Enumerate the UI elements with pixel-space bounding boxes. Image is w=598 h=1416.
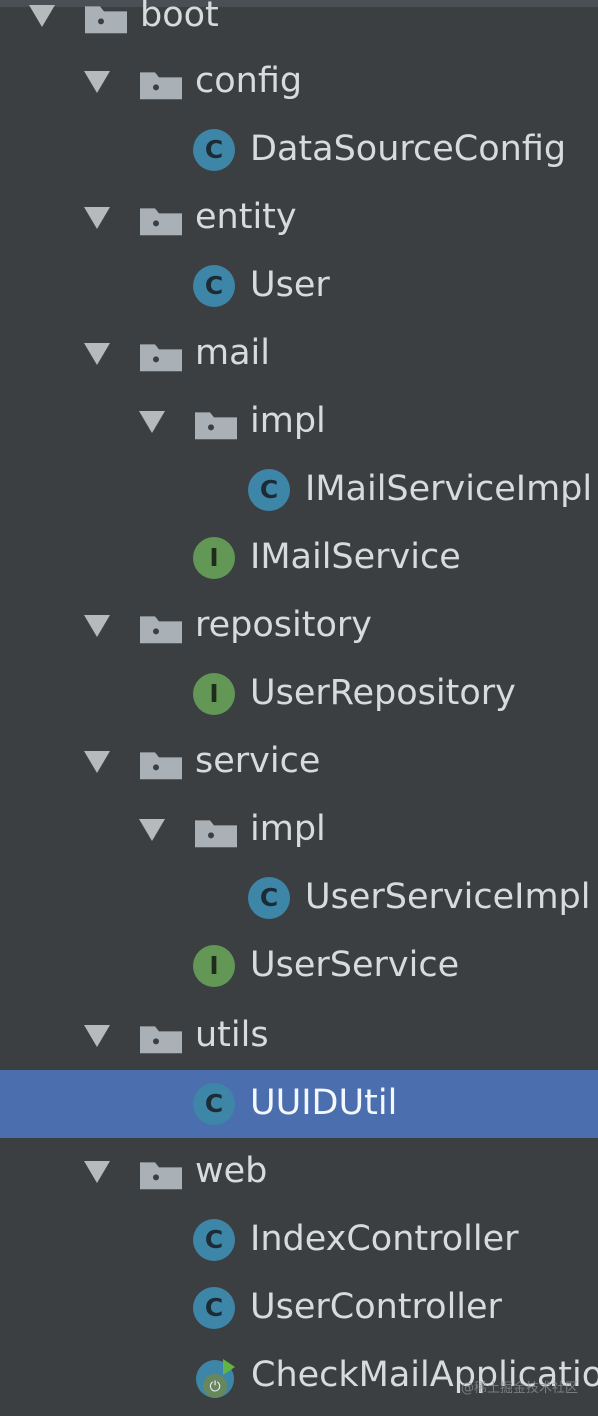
class-label: UserController — [250, 1287, 502, 1328]
tree-row-userrepository[interactable]: I UserRepository — [0, 660, 598, 728]
folder-icon — [140, 1023, 182, 1054]
folder-icon — [195, 409, 237, 440]
package-label: service — [195, 741, 321, 782]
tree-row-datasourceconfig[interactable]: C DataSourceConfig — [0, 116, 598, 184]
class-icon: C — [193, 129, 235, 171]
package-label: web — [195, 1151, 268, 1192]
class-icon: C — [248, 469, 290, 511]
tree-row-config[interactable]: config — [0, 48, 598, 116]
class-label: User — [250, 265, 330, 306]
tree-row-indexcontroller[interactable]: C IndexController — [0, 1206, 598, 1274]
tree-row-web[interactable]: web — [0, 1138, 598, 1206]
expand-arrow-icon[interactable] — [84, 1161, 110, 1183]
class-label: IndexController — [250, 1219, 519, 1260]
class-icon: C — [193, 1219, 235, 1261]
expand-arrow-icon[interactable] — [84, 1025, 110, 1047]
tree-row-mail[interactable]: mail — [0, 320, 598, 388]
package-label: boot — [140, 0, 219, 36]
package-label: impl — [250, 401, 326, 442]
folder-icon — [140, 749, 182, 780]
interface-icon: I — [193, 537, 235, 579]
tree-row-userservice[interactable]: I UserService — [0, 932, 598, 1000]
expand-arrow-icon[interactable] — [84, 751, 110, 773]
folder-icon — [195, 817, 237, 848]
tree-row-impl[interactable]: impl — [0, 388, 598, 456]
expand-arrow-icon[interactable] — [139, 411, 165, 433]
folder-icon — [85, 3, 127, 34]
tree-row-usercontroller[interactable]: C UserController — [0, 1274, 598, 1342]
tree-row-boot[interactable]: boot — [0, 0, 598, 50]
interface-icon: I — [193, 673, 235, 715]
expand-arrow-icon[interactable] — [139, 819, 165, 841]
tree-row-service[interactable]: service — [0, 728, 598, 796]
expand-arrow-icon[interactable] — [29, 5, 55, 27]
expand-arrow-icon[interactable] — [84, 615, 110, 637]
tree-row-utils[interactable]: utils — [0, 1002, 598, 1070]
tree-row-imailserviceimpl[interactable]: C IMailServiceImpl — [0, 456, 598, 524]
package-label: mail — [195, 333, 270, 374]
interface-label: UserService — [250, 945, 460, 986]
tree-row-checkmailapplication[interactable]: ⏻ CheckMailApplication — [0, 1342, 598, 1410]
watermark-text: @稀土掘金技术社区 — [460, 1381, 578, 1396]
folder-icon — [140, 1159, 182, 1190]
interface-label: IMailService — [250, 537, 461, 578]
tree-row-user[interactable]: C User — [0, 252, 598, 320]
package-label: config — [195, 61, 303, 102]
svg-text:⏻: ⏻ — [209, 1379, 220, 1395]
folder-icon — [140, 205, 182, 236]
class-icon: C — [248, 877, 290, 919]
tree-row-imailservice[interactable]: I IMailService — [0, 524, 598, 592]
class-label: IMailServiceImpl — [305, 469, 593, 510]
package-label: entity — [195, 197, 297, 238]
package-label: impl — [250, 809, 326, 850]
class-icon: C — [193, 265, 235, 307]
folder-icon — [140, 69, 182, 100]
expand-arrow-icon[interactable] — [84, 343, 110, 365]
folder-icon — [140, 341, 182, 372]
class-label: UUIDUtil — [250, 1083, 398, 1124]
expand-arrow-icon[interactable] — [84, 71, 110, 93]
tree-row-uuidutil[interactable]: C UUIDUtil — [0, 1070, 598, 1138]
tree-row-userserviceimpl[interactable]: C UserServiceImpl — [0, 864, 598, 932]
class-icon: C — [193, 1287, 235, 1329]
folder-icon — [140, 613, 182, 644]
tree-row-impl[interactable]: impl — [0, 796, 598, 864]
interface-label: UserRepository — [250, 673, 516, 714]
package-label: repository — [195, 605, 372, 646]
package-label: utils — [195, 1015, 269, 1056]
class-label: UserServiceImpl — [305, 877, 591, 918]
expand-arrow-icon[interactable] — [84, 207, 110, 229]
interface-icon: I — [193, 945, 235, 987]
tree-row-repository[interactable]: repository — [0, 592, 598, 660]
class-icon: C — [193, 1083, 235, 1125]
tree-row-entity[interactable]: entity — [0, 184, 598, 252]
class-label: DataSourceConfig — [250, 129, 567, 170]
spring-boot-icon: ⏻ — [195, 1356, 237, 1402]
